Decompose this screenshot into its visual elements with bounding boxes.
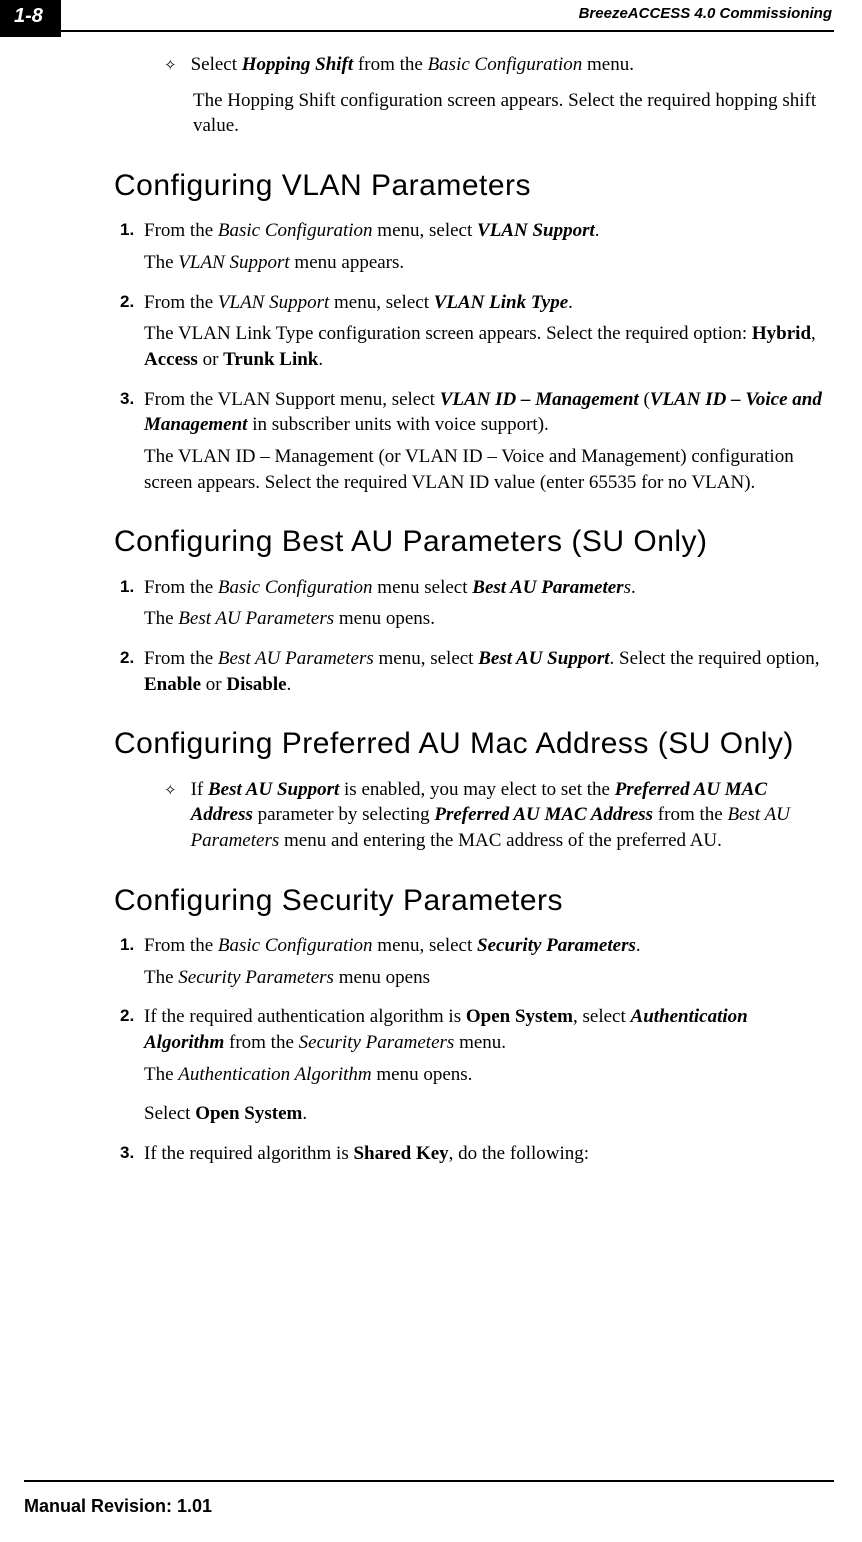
security-list: 1.From the Basic Configuration menu, sel… — [120, 933, 828, 1166]
list-item: 1.From the Basic Configuration menu, sel… — [120, 933, 828, 959]
item-number: 1. — [120, 576, 144, 599]
item-number: 1. — [120, 934, 144, 957]
diamond-icon: ✧ — [164, 781, 177, 801]
document-title: BreezeACCESS 4.0 Commissioning — [579, 0, 834, 24]
intro-bullet: ✧ Select Hopping Shift from the Basic Co… — [164, 52, 828, 78]
item-text: If the required algorithm is Shared Key,… — [144, 1141, 828, 1167]
item-text: From the Basic Configuration menu, selec… — [144, 933, 828, 959]
item-sub-text: The VLAN ID – Management (or VLAN ID – V… — [144, 444, 828, 495]
page-content: ✧ Select Hopping Shift from the Basic Co… — [0, 32, 862, 1167]
mac-bullet: ✧ If Best AU Support is enabled, you may… — [164, 777, 828, 854]
item-sub-text: The VLAN Link Type configuration screen … — [144, 321, 828, 372]
page-header: 1-8 BreezeACCESS 4.0 Commissioning — [0, 0, 834, 32]
item-sub-text: The Authentication Algorithm menu opens. — [144, 1062, 828, 1088]
item-sub-text: The Best AU Parameters menu opens. — [144, 606, 828, 632]
list-item: 2.From the VLAN Support menu, select VLA… — [120, 290, 828, 316]
item-text: From the Best AU Parameters menu, select… — [144, 646, 828, 697]
section-heading-mac: Configuring Preferred AU Mac Address (SU… — [114, 725, 828, 763]
list-item: 2.From the Best AU Parameters menu, sele… — [120, 646, 828, 697]
list-item: 3.If the required algorithm is Shared Ke… — [120, 1141, 828, 1167]
item-sub-text: The Security Parameters menu opens — [144, 965, 828, 991]
section-heading-bestau: Configuring Best AU Parameters (SU Only) — [114, 523, 828, 561]
page-number: 1-8 — [0, 0, 61, 37]
bestau-list: 1.From the Basic Configuration menu sele… — [120, 575, 828, 698]
intro-bullet-text: Select Hopping Shift from the Basic Conf… — [191, 52, 828, 78]
list-item: 1.From the Basic Configuration menu sele… — [120, 575, 828, 601]
item-number: 2. — [120, 647, 144, 670]
item-number: 2. — [120, 1005, 144, 1028]
item-text: If the required authentication algorithm… — [144, 1004, 828, 1055]
item-sub-text: Select Open System. — [144, 1101, 828, 1127]
diamond-icon: ✧ — [164, 56, 177, 76]
section-heading-vlan: Configuring VLAN Parameters — [114, 167, 828, 205]
mac-bullet-text: If Best AU Support is enabled, you may e… — [191, 777, 828, 854]
item-number: 2. — [120, 291, 144, 314]
intro-follow-text: The Hopping Shift configuration screen a… — [164, 88, 828, 139]
list-item: 1.From the Basic Configuration menu, sel… — [120, 218, 828, 244]
item-text: From the Basic Configuration menu select… — [144, 575, 828, 601]
section-heading-security: Configuring Security Parameters — [114, 882, 828, 920]
vlan-list: 1.From the Basic Configuration menu, sel… — [120, 218, 828, 495]
list-item: 2.If the required authentication algorit… — [120, 1004, 828, 1055]
item-number: 1. — [120, 219, 144, 242]
footer-text: Manual Revision: 1.01 — [24, 1494, 212, 1518]
item-sub-text: The VLAN Support menu appears. — [144, 250, 828, 276]
item-number: 3. — [120, 1142, 144, 1165]
item-number: 3. — [120, 388, 144, 411]
item-text: From the VLAN Support menu, select VLAN … — [144, 387, 828, 438]
item-text: From the Basic Configuration menu, selec… — [144, 218, 828, 244]
list-item: 3.From the VLAN Support menu, select VLA… — [120, 387, 828, 438]
item-text: From the VLAN Support menu, select VLAN … — [144, 290, 828, 316]
footer-rule — [24, 1480, 834, 1482]
